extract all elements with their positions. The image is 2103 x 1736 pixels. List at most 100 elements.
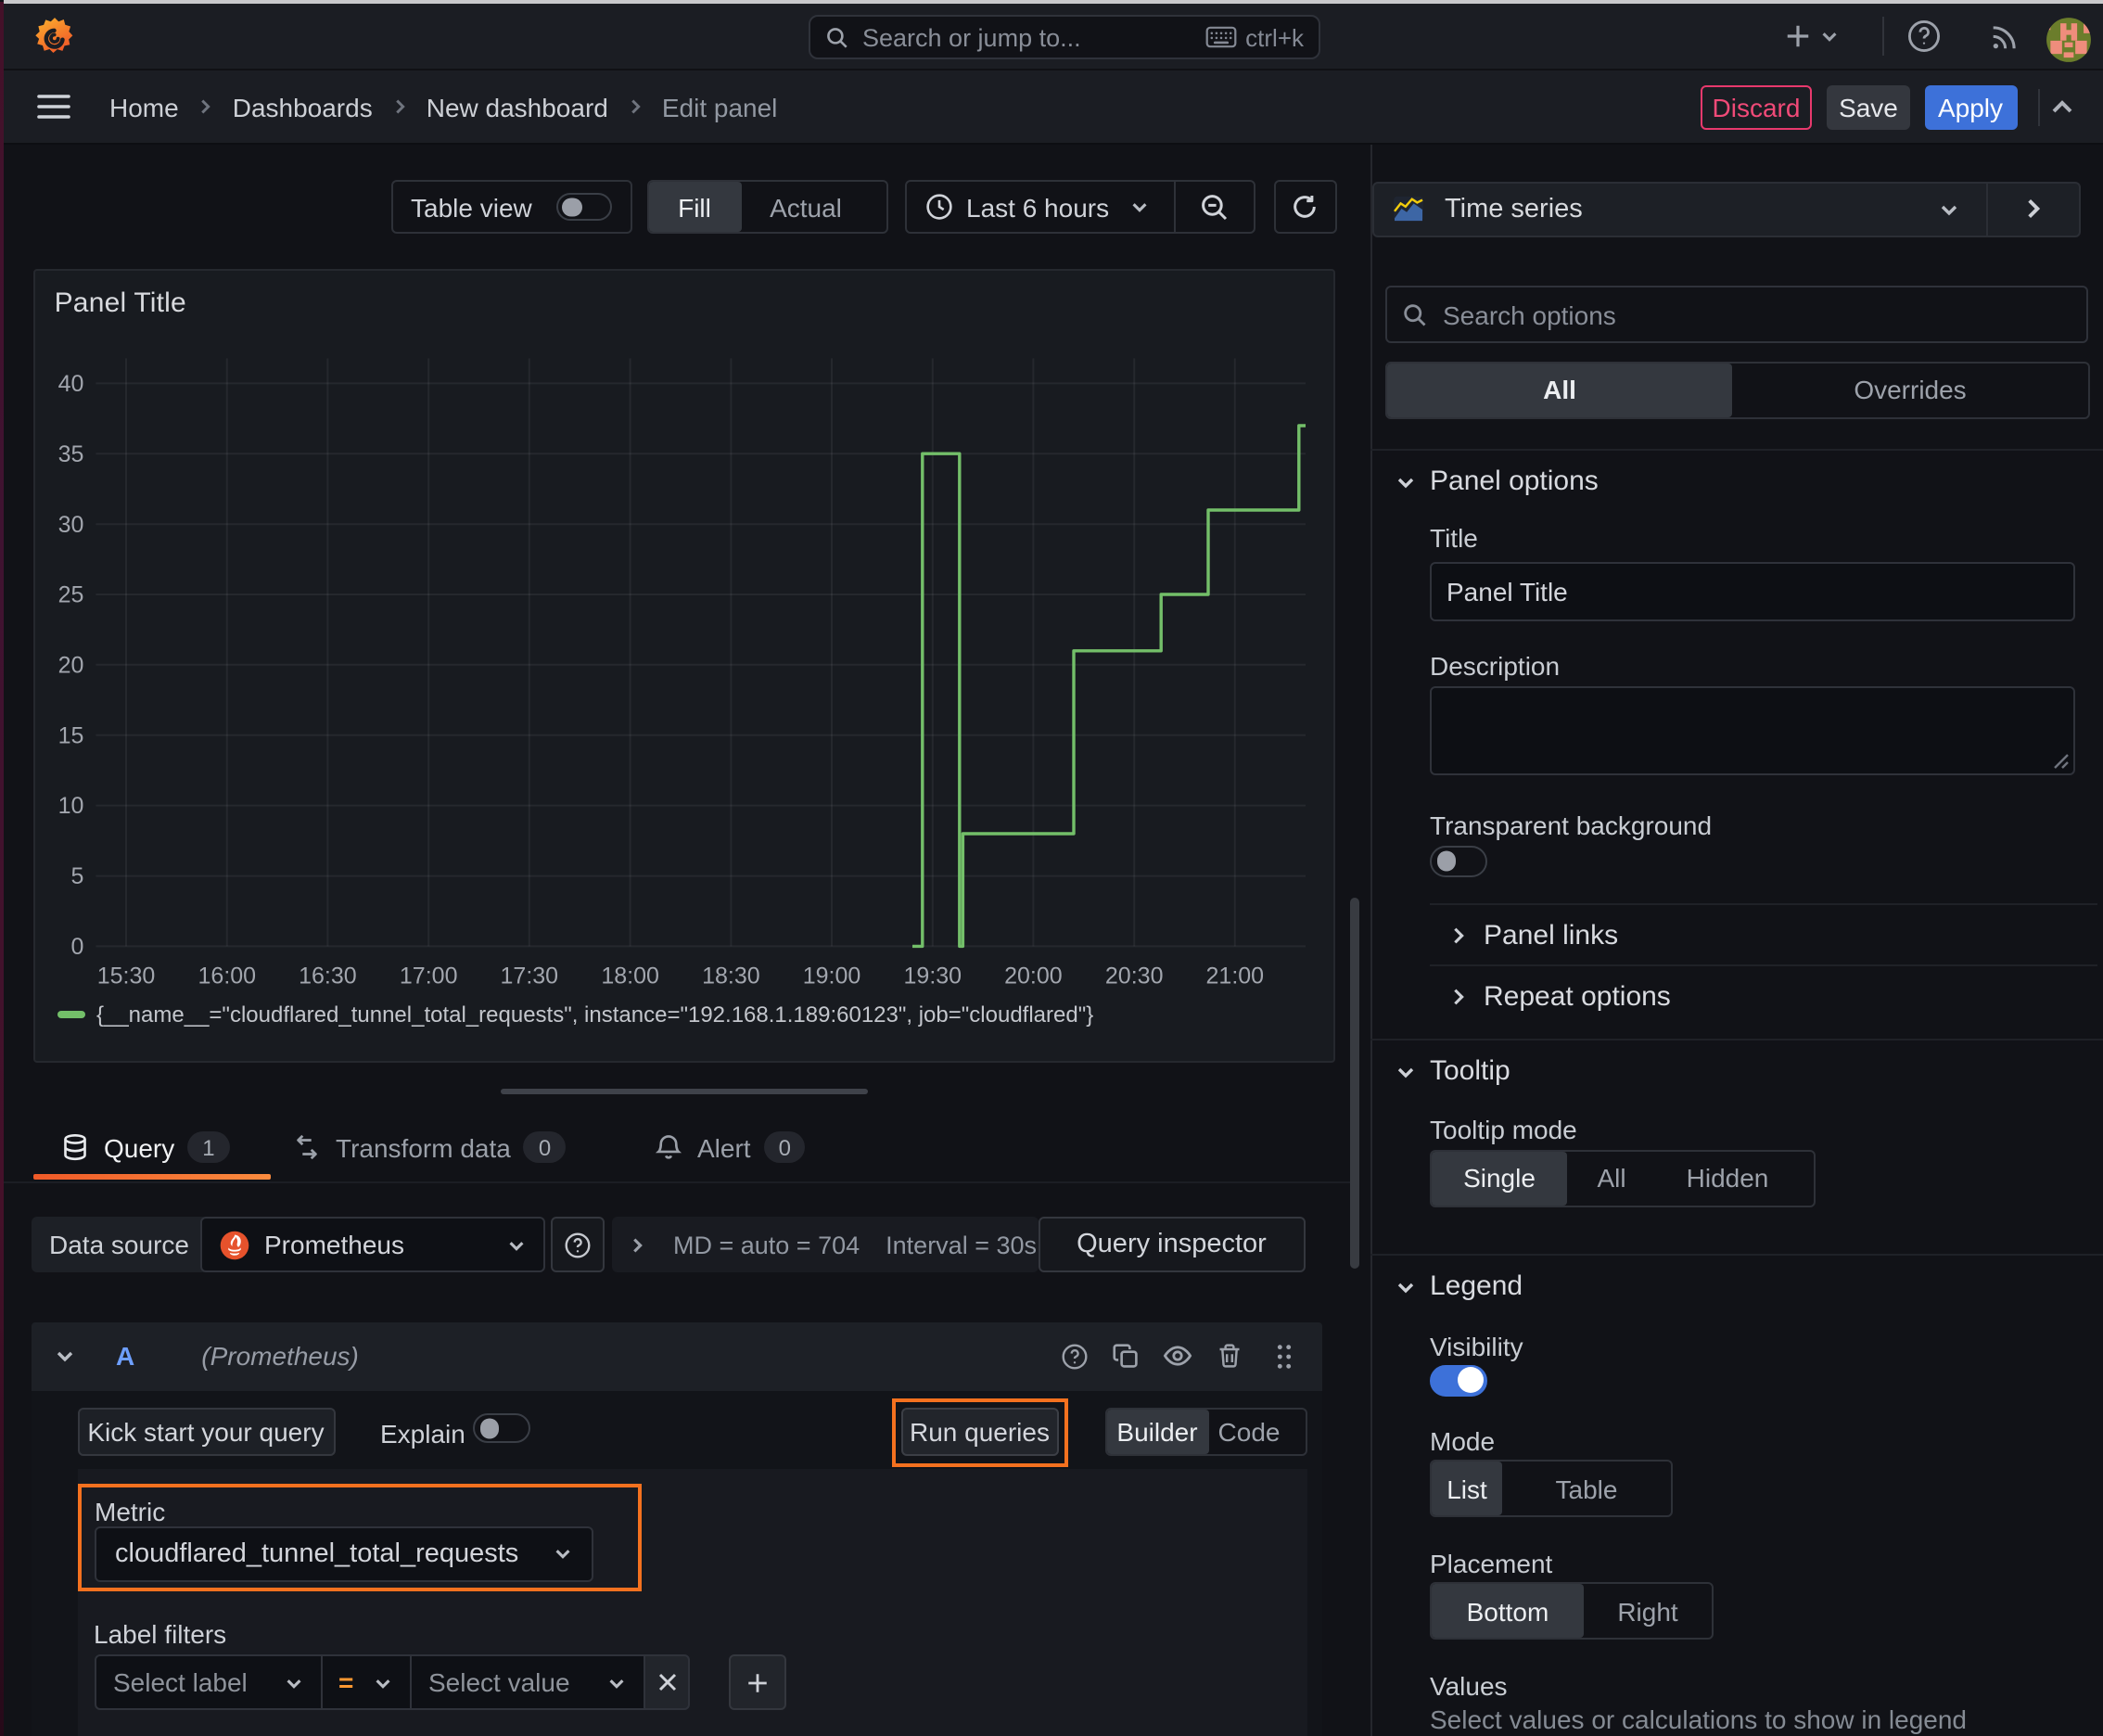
legend-mode-list[interactable]: List [1432, 1462, 1502, 1515]
delete-query-button[interactable] [1204, 1344, 1255, 1370]
options-filter-overrides[interactable]: Overrides [1732, 364, 2088, 416]
panel-links-section[interactable]: Panel links [1448, 919, 1618, 951]
chevron-down-icon [376, 1679, 390, 1688]
svg-text:18:00: 18:00 [602, 964, 660, 989]
visibility-toggle[interactable] [1430, 1364, 1487, 1397]
tooltip-mode-group: Single All Hidden [1430, 1150, 1816, 1206]
tab-transform-data[interactable]: Transform data 0 [293, 1118, 567, 1176]
resize-handle[interactable] [501, 1088, 868, 1094]
panel-title[interactable]: Panel Title [55, 288, 186, 320]
search-options-input[interactable]: Search options [1385, 286, 2088, 343]
placement-right[interactable]: Right [1584, 1584, 1712, 1638]
hide-query-button[interactable] [1152, 1342, 1204, 1372]
breadcrumb-edit-panel[interactable]: Edit panel [662, 92, 778, 121]
chevron-down-icon[interactable] [53, 1346, 75, 1368]
svg-text:19:00: 19:00 [803, 964, 861, 989]
placement-bottom[interactable]: Bottom [1432, 1584, 1584, 1638]
discard-button[interactable]: Discard [1701, 84, 1812, 129]
panel-description-textarea[interactable] [1430, 686, 2075, 775]
collapse-header-button[interactable] [2047, 92, 2077, 121]
repeat-options-section[interactable]: Repeat options [1448, 980, 1671, 1012]
tab-alert[interactable]: Alert 0 [655, 1118, 806, 1176]
main-scrollbar[interactable] [1349, 898, 1358, 1269]
window-left-strip [0, 2, 4, 1736]
trash-icon [1219, 1344, 1240, 1369]
table-view-toggle[interactable] [555, 193, 611, 221]
chevron-right-icon [389, 96, 410, 117]
help-icon [565, 1232, 591, 1257]
database-icon [64, 1133, 86, 1161]
query-inspector-button[interactable]: Query inspector [1038, 1217, 1306, 1272]
add-filter-button[interactable] [728, 1654, 786, 1710]
legend-swatch [57, 1010, 85, 1018]
svg-text:40: 40 [58, 372, 84, 398]
tab-count-badge: 0 [523, 1131, 567, 1163]
panel-options-header[interactable]: Panel options [1395, 466, 1599, 497]
grafana-logo[interactable] [33, 15, 76, 57]
tooltip-header[interactable]: Tooltip [1395, 1055, 1510, 1087]
breadcrumb-home[interactable]: Home [109, 92, 179, 121]
query-help-button[interactable] [1048, 1343, 1100, 1371]
save-button[interactable]: Save [1827, 84, 1910, 129]
screen: Search or jump to... ctrl+k Home Dashboa… [0, 0, 2103, 1736]
remove-filter-button[interactable] [644, 1654, 690, 1710]
legend-header[interactable]: Legend [1395, 1270, 1523, 1302]
zoom-out-button[interactable] [1176, 182, 1254, 232]
search-icon [1404, 303, 1426, 326]
explain-toggle[interactable] [473, 1413, 530, 1443]
legend-placement-group: Bottom Right [1430, 1582, 1714, 1640]
chevron-right-icon [633, 1237, 643, 1252]
legend-mode-label: Mode [1430, 1425, 1496, 1455]
panel-title-input[interactable]: Panel Title [1430, 562, 2075, 621]
builder-option[interactable]: Builder [1106, 1410, 1208, 1454]
datasource-select[interactable]: Prometheus [199, 1217, 544, 1272]
refresh-button[interactable] [1273, 180, 1337, 234]
avatar[interactable] [2045, 17, 2091, 63]
query-options-strip[interactable]: MD = auto = 704 Interval = 30s [612, 1217, 1039, 1272]
time-range-button[interactable]: Last 6 hours [907, 182, 1174, 232]
fill-option[interactable]: Fill [648, 182, 741, 232]
toggle-viz-suggestions-button[interactable] [1988, 198, 2079, 222]
global-search-input[interactable]: Search or jump to... ctrl+k [809, 15, 1320, 59]
panel-title-value: Panel Title [1447, 577, 1568, 606]
tooltip-single-option[interactable]: Single [1432, 1152, 1567, 1205]
visibility-label: Visibility [1430, 1332, 1523, 1361]
duplicate-query-button[interactable] [1100, 1344, 1152, 1370]
transparent-background-toggle[interactable] [1430, 845, 1487, 876]
datasource-help-button[interactable] [551, 1217, 605, 1272]
kick-start-button[interactable]: Kick start your query [77, 1408, 335, 1456]
apply-button[interactable]: Apply [1924, 84, 2017, 129]
select-value-dropdown[interactable]: Select value [410, 1654, 645, 1710]
legend-mode-table[interactable]: Table [1502, 1462, 1671, 1515]
tab-query[interactable]: Query 1 [61, 1118, 230, 1176]
title-label: Title [1430, 523, 1478, 553]
breadcrumb-dashboards[interactable]: Dashboards [233, 92, 373, 121]
operator-dropdown[interactable]: = [320, 1654, 412, 1710]
query-ref-id[interactable]: A [116, 1342, 134, 1372]
options-filter-all[interactable]: All [1387, 364, 1732, 416]
query-row-header[interactable]: A (Prometheus) [31, 1321, 1322, 1391]
breadcrumb: Home Dashboards New dashboard Edit panel [109, 70, 777, 144]
drag-query-handle[interactable] [1255, 1343, 1311, 1371]
svg-text:17:30: 17:30 [501, 964, 559, 989]
tooltip-hidden-option[interactable]: Hidden [1656, 1152, 1799, 1205]
news-button[interactable] [1988, 19, 2023, 54]
datasource-label: Data source [31, 1217, 208, 1272]
time-series-chart[interactable]: 0 5 10 15 20 25 30 35 40 15:30 16:00 16:30 17:00 17:3… [36, 272, 1334, 1060]
query-options-md: MD = auto = 704 [673, 1231, 860, 1258]
tab-count-badge: 0 [763, 1131, 806, 1163]
tooltip-all-option[interactable]: All [1567, 1152, 1656, 1205]
help-button[interactable] [1906, 19, 1942, 54]
select-label-dropdown[interactable]: Select label [95, 1654, 322, 1710]
actual-option[interactable]: Actual [741, 182, 871, 232]
visualization-picker[interactable]: Time series [1372, 181, 2081, 237]
new-menu-button[interactable] [1784, 2, 1840, 69]
legend-label[interactable]: {__name__="cloudflared_tunnel_total_requ… [96, 1002, 1093, 1028]
code-option[interactable]: Code [1208, 1410, 1290, 1454]
panel-preview: Panel Title 0 5 10 15 20 25 30 35 40 15:30 16:00 16… [33, 269, 1336, 1063]
breadcrumb-new-dashboard[interactable]: New dashboard [427, 92, 608, 121]
description-label: Description [1430, 651, 1561, 681]
svg-text:15:30: 15:30 [97, 964, 156, 989]
query-datasource-hint: (Prometheus) [201, 1341, 359, 1372]
menu-toggle-button[interactable] [37, 92, 70, 120]
